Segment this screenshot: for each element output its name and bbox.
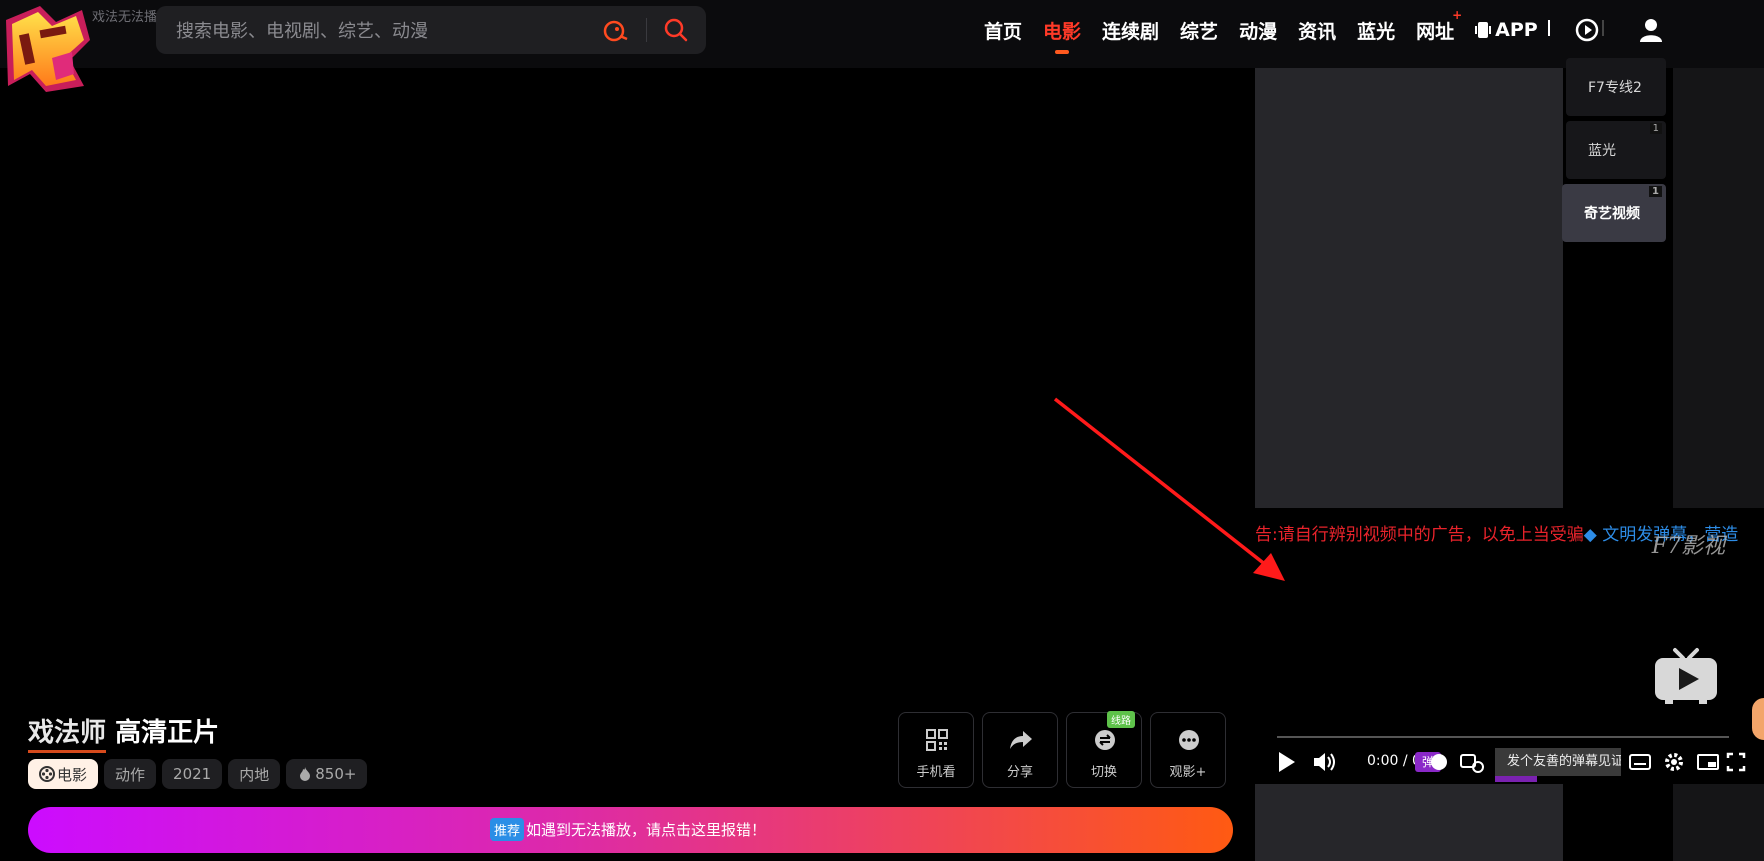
danmu-input[interactable]: 发个友善的弹幕见证当下 bbox=[1495, 748, 1621, 776]
search-input[interactable] bbox=[174, 14, 578, 48]
progress-bar[interactable] bbox=[1277, 736, 1729, 738]
marquee-warning: 告:请自行辨别视频中的广告，以免上当受骗 bbox=[1255, 525, 1584, 545]
action-buttons: 手机看 分享 线路 切换 观影+ bbox=[898, 711, 1226, 788]
video-player[interactable]: 告:请自行辨别视频中的广告，以免上当受骗◆ 文明发弹幕，营造 F7影视 0:00… bbox=[1255, 508, 1751, 784]
subtitle-icon[interactable] bbox=[1627, 748, 1653, 776]
nav-anime[interactable]: 动漫 bbox=[1239, 17, 1277, 44]
nav-app-label: APP bbox=[1495, 19, 1538, 41]
side-panel-bottom bbox=[1673, 784, 1764, 861]
line-label: 奇艺视频 bbox=[1584, 206, 1640, 222]
movie-quality: 高清正片 bbox=[115, 718, 220, 748]
tag-region[interactable]: 内地 bbox=[228, 759, 281, 789]
nav-urls-label: 网址 bbox=[1416, 20, 1455, 43]
movie-tags: 电影 动作 2021 内地 850+ bbox=[28, 759, 368, 789]
film-reel-icon bbox=[39, 766, 55, 782]
share-arrow-icon bbox=[1010, 731, 1032, 749]
tag-label: 动作 bbox=[115, 765, 146, 784]
time-display: 0:00 / 0 bbox=[1367, 753, 1421, 769]
recommend-badge: 推荐 bbox=[490, 818, 525, 841]
line-item-iqiyi[interactable]: 奇艺视频 1 bbox=[1562, 184, 1666, 242]
action-label: 切换 bbox=[1090, 765, 1117, 780]
line-count: 1 bbox=[1649, 186, 1662, 197]
share-button[interactable]: 分享 bbox=[982, 712, 1058, 788]
side-floating-tab[interactable] bbox=[1752, 698, 1764, 740]
nav-bluray[interactable]: 蓝光 bbox=[1357, 17, 1395, 44]
tag-genre[interactable]: 动作 bbox=[104, 759, 157, 789]
nav-home[interactable]: 首页 bbox=[984, 17, 1022, 44]
tag-label: 内地 bbox=[239, 765, 270, 784]
hot-count: 850+ bbox=[315, 765, 357, 783]
red-arrow-annotation bbox=[1053, 397, 1285, 581]
action-label: 手机看 bbox=[916, 765, 956, 780]
switch-icon bbox=[1095, 730, 1115, 750]
line-label: F7专线2 bbox=[1588, 80, 1642, 96]
tag-category[interactable]: 电影 bbox=[28, 759, 99, 789]
main-nav: 首页 电影 连续剧 综艺 动漫 资讯 蓝光 网址 + APP bbox=[984, 0, 1559, 60]
watermark: F7影视 bbox=[1651, 534, 1725, 559]
switch-line-button[interactable]: 线路 切换 bbox=[1066, 711, 1142, 788]
fullscreen-icon[interactable] bbox=[1725, 748, 1747, 776]
tag-label: 电影 bbox=[57, 765, 88, 784]
movie-title: 戏法师 高清正片 bbox=[28, 712, 219, 753]
report-error-bar[interactable]: 推荐 如遇到无法播放，请点击这里报错！ bbox=[28, 807, 1233, 853]
flame-icon bbox=[300, 767, 311, 781]
episode-panel bbox=[1255, 68, 1563, 508]
line-count: 1 bbox=[1649, 123, 1662, 134]
report-text: 如遇到无法播放，请点击这里报错！ bbox=[526, 821, 767, 839]
danmu-input-indicator bbox=[1495, 776, 1537, 782]
phone-icon bbox=[1475, 22, 1492, 38]
tv-play-icon[interactable] bbox=[1653, 646, 1719, 706]
user-icon[interactable] bbox=[1638, 17, 1664, 43]
tag-label: 2021 bbox=[173, 765, 212, 783]
report-content: 推荐 如遇到无法播放，请点击这里报错！ bbox=[490, 818, 766, 841]
watch-more-button[interactable]: 观影+ bbox=[1150, 712, 1226, 788]
movie-name: 戏法师 bbox=[28, 712, 107, 753]
line-badge: 线路 bbox=[1107, 711, 1135, 728]
danmu-toggle-knob[interactable] bbox=[1431, 754, 1447, 770]
nav-movie[interactable]: 电影 bbox=[1043, 17, 1081, 54]
history-play-icon[interactable] bbox=[1574, 17, 1600, 43]
mascot-icon bbox=[603, 20, 628, 42]
side-panel bbox=[1673, 68, 1764, 508]
line-item-f7[interactable]: F7专线2 bbox=[1566, 58, 1666, 116]
nav-separator-2 bbox=[1602, 20, 1604, 36]
nav-series[interactable]: 连续剧 bbox=[1102, 17, 1159, 44]
action-label: 分享 bbox=[1006, 765, 1033, 780]
play-line-list: F7专线2 蓝光 1 奇艺视频 1 bbox=[1562, 58, 1670, 247]
episode-panel-bottom bbox=[1255, 784, 1563, 861]
tag-year[interactable]: 2021 bbox=[162, 759, 223, 789]
search-divider bbox=[646, 18, 647, 42]
more-dots-icon bbox=[1179, 730, 1199, 750]
nav-urls[interactable]: 网址 + bbox=[1416, 8, 1462, 44]
mobile-watch-button[interactable]: 手机看 bbox=[898, 712, 974, 788]
nav-separator bbox=[1548, 20, 1550, 36]
action-label: 观影+ bbox=[1169, 765, 1207, 780]
picture-in-picture-icon[interactable] bbox=[1695, 748, 1721, 776]
danmu-settings-icon[interactable] bbox=[1459, 748, 1485, 776]
tag-hot: 850+ bbox=[286, 759, 368, 789]
volume-icon[interactable] bbox=[1311, 748, 1337, 776]
settings-gear-icon[interactable] bbox=[1661, 748, 1687, 776]
search-icon[interactable] bbox=[662, 16, 690, 44]
site-logo[interactable] bbox=[0, 0, 96, 96]
nav-urls-badge: + bbox=[1452, 7, 1463, 22]
qr-code-icon bbox=[926, 729, 948, 751]
search-bar bbox=[156, 6, 706, 54]
line-label: 蓝光 bbox=[1588, 143, 1616, 159]
line-item-bluray[interactable]: 蓝光 1 bbox=[1566, 121, 1666, 179]
nav-app[interactable]: APP bbox=[1475, 19, 1538, 41]
play-icon[interactable] bbox=[1275, 748, 1299, 776]
nav-variety[interactable]: 综艺 bbox=[1180, 17, 1218, 44]
nav-news[interactable]: 资讯 bbox=[1298, 17, 1336, 44]
